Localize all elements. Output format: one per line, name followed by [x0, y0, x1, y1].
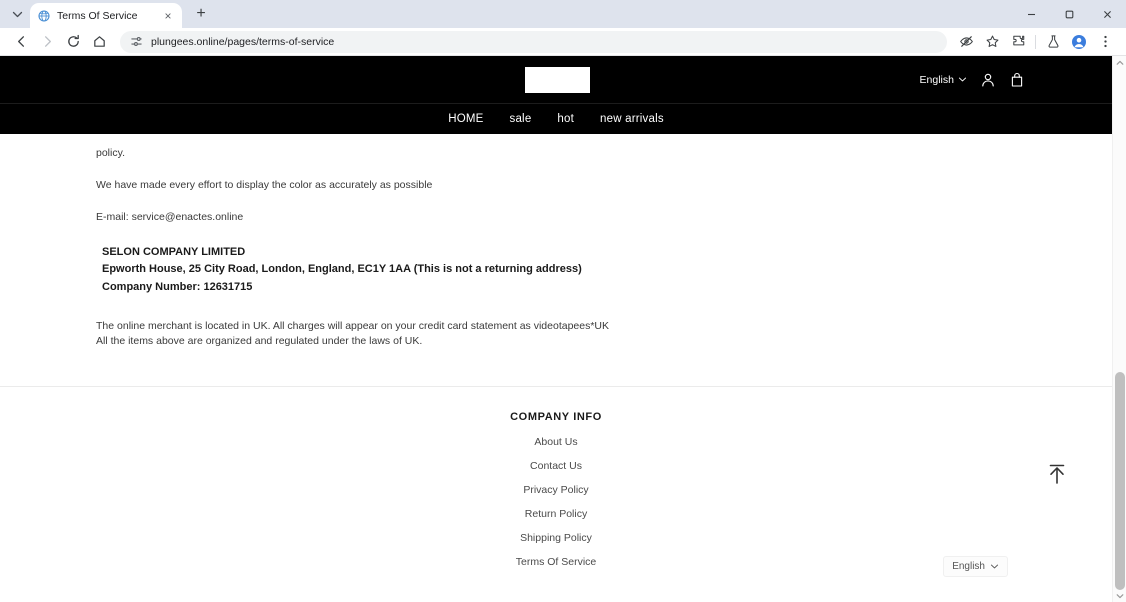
- url-text: plungees.online/pages/terms-of-service: [151, 35, 335, 48]
- home-icon[interactable]: [86, 29, 112, 55]
- window-controls: [1012, 0, 1126, 28]
- nav-item-hot[interactable]: hot: [557, 113, 574, 125]
- minimize-button[interactable]: [1012, 0, 1050, 28]
- address-bar[interactable]: plungees.online/pages/terms-of-service: [120, 30, 947, 53]
- scroll-to-top-button[interactable]: [1042, 461, 1072, 491]
- back-icon[interactable]: [8, 29, 34, 55]
- paragraph-email: E-mail: service@enactes.online: [96, 211, 244, 224]
- profile-avatar-icon[interactable]: [1066, 29, 1092, 55]
- merchant-note-line1: The online merchant is located in UK. Al…: [96, 320, 610, 333]
- maximize-button[interactable]: [1050, 0, 1088, 28]
- company-details: SELON COMPANY LIMITED Epworth House, 25 …: [102, 244, 1112, 297]
- browser-toolbar: plungees.online/pages/terms-of-service: [0, 28, 1126, 56]
- close-window-button[interactable]: [1088, 0, 1126, 28]
- nav-item-sale[interactable]: sale: [510, 113, 532, 125]
- site-nav: HOME sale hot new arrivals: [0, 103, 1112, 134]
- person-icon[interactable]: [980, 72, 996, 88]
- scrollbar-thumb[interactable]: [1115, 372, 1125, 590]
- arrow-up-to-bar-icon: [1044, 461, 1070, 492]
- tab-strip: Terms Of Service × +: [0, 0, 1126, 28]
- web-page: English HOME sale hot new arrivals polic…: [0, 56, 1112, 577]
- toolbar-actions: [953, 29, 1118, 55]
- language-label: English: [919, 73, 954, 86]
- page-scrollbar[interactable]: [1112, 56, 1126, 602]
- tab-title: Terms Of Service: [57, 9, 138, 22]
- site-logo[interactable]: [525, 67, 590, 93]
- globe-icon: [37, 9, 50, 22]
- toolbar-divider: [1035, 34, 1036, 49]
- browser-tab[interactable]: Terms Of Service ×: [30, 3, 182, 28]
- browser-window: Terms Of Service × + plungees.online/pag…: [0, 0, 1126, 602]
- merchant-note-line2: All the items above are organized and re…: [96, 335, 423, 348]
- footer-link-about-us[interactable]: About Us: [0, 436, 1112, 448]
- reload-icon[interactable]: [60, 29, 86, 55]
- nav-item-new-arrivals[interactable]: new arrivals: [600, 113, 664, 125]
- chevron-down-icon: [990, 562, 999, 571]
- tune-sliders-icon[interactable]: [129, 35, 143, 49]
- eye-slash-icon[interactable]: [953, 29, 979, 55]
- nav-item-home[interactable]: HOME: [448, 113, 483, 125]
- close-icon[interactable]: ×: [161, 9, 175, 23]
- flask-icon[interactable]: [1040, 29, 1066, 55]
- site-header: English: [0, 56, 1112, 103]
- scrollbar-up-arrow-icon[interactable]: [1113, 56, 1126, 69]
- chevron-down-icon: [958, 75, 967, 84]
- language-selector-footer[interactable]: English: [943, 556, 1008, 577]
- site-footer: COMPANY INFO About Us Contact Us Privacy…: [0, 387, 1112, 568]
- shopping-bag-icon[interactable]: [1009, 72, 1025, 88]
- paragraph-policy: policy.: [96, 147, 125, 159]
- paragraph-color-disclaimer: We have made every effort to display the…: [96, 179, 433, 192]
- company-number: Company Number: 12631715: [102, 281, 253, 294]
- footer-language-label: English: [952, 561, 985, 572]
- forward-icon[interactable]: [34, 29, 60, 55]
- footer-link-shipping-policy[interactable]: Shipping Policy: [0, 532, 1112, 544]
- footer-heading: COMPANY INFO: [510, 410, 602, 423]
- company-address: Epworth House, 25 City Road, London, Eng…: [102, 263, 582, 276]
- company-name: SELON COMPANY LIMITED: [102, 245, 246, 258]
- footer-link-return-policy[interactable]: Return Policy: [0, 508, 1112, 520]
- three-dot-menu-icon[interactable]: [1092, 29, 1118, 55]
- scrollbar-down-arrow-icon[interactable]: [1113, 589, 1126, 602]
- puzzle-piece-icon[interactable]: [1005, 29, 1031, 55]
- language-selector-header[interactable]: English: [920, 74, 967, 86]
- header-actions: English: [920, 56, 1025, 103]
- star-icon[interactable]: [979, 29, 1005, 55]
- new-tab-button[interactable]: +: [188, 1, 214, 27]
- page-viewport: English HOME sale hot new arrivals polic…: [0, 56, 1126, 602]
- footer-link-contact-us[interactable]: Contact Us: [0, 460, 1112, 472]
- main-content: policy. We have made every effort to dis…: [0, 134, 1112, 350]
- footer-link-privacy-policy[interactable]: Privacy Policy: [0, 484, 1112, 496]
- tab-search-icon[interactable]: [4, 1, 30, 27]
